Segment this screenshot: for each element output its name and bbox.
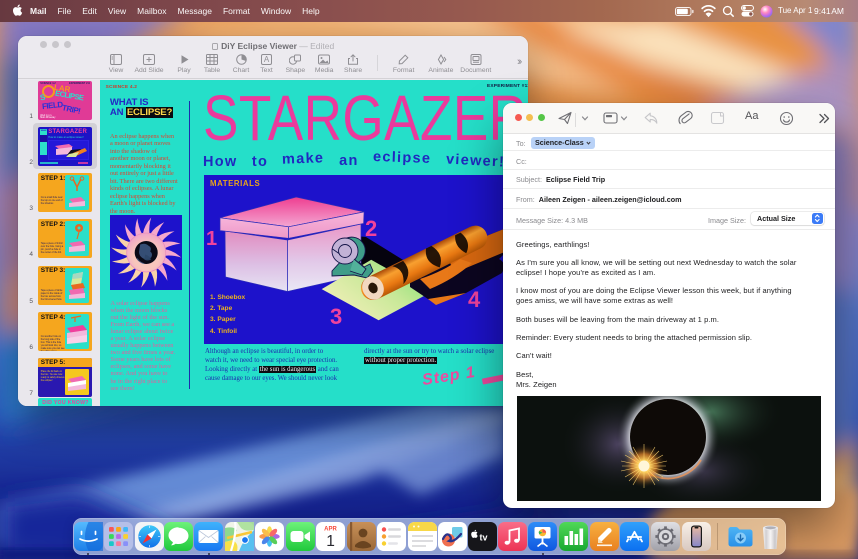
svg-text:tv: tv — [480, 532, 488, 542]
svg-text:A: A — [264, 55, 270, 64]
svg-text:3: 3 — [330, 304, 342, 329]
svg-text:2: 2 — [365, 216, 377, 241]
svg-text:4: 4 — [468, 287, 481, 312]
svg-text:1: 1 — [327, 533, 336, 550]
svg-text:1: 1 — [206, 228, 217, 250]
svg-text:APR: APR — [325, 527, 338, 533]
